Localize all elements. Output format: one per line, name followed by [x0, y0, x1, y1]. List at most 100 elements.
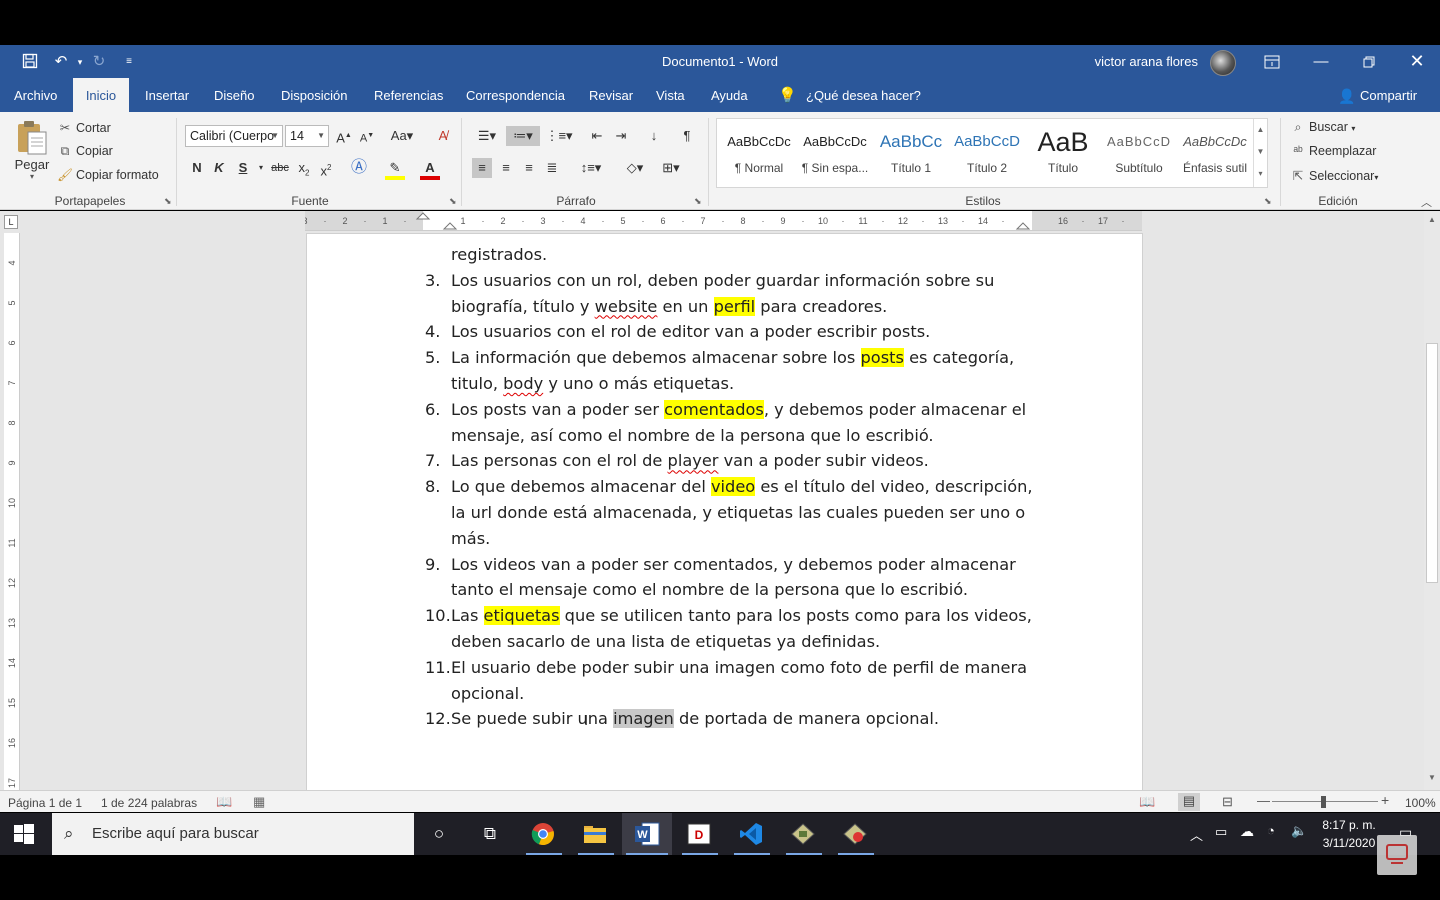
app-icon[interactable] — [788, 820, 818, 848]
zoom-in-icon[interactable]: + — [1381, 792, 1389, 808]
tab-insertar[interactable]: Insertar — [145, 78, 189, 112]
scroll-down-icon[interactable]: ▼ — [1424, 773, 1440, 782]
shading-icon[interactable]: ◇▾ — [620, 158, 650, 178]
font-launcher-icon[interactable]: ⬊ — [449, 196, 457, 207]
horizontal-ruler[interactable]: 3 · 2 · 1 · 1 · 2 · 3 · 4 · 5 · 6 · 7 · 8 · 9 · 10 · 11 · 12 · 13 · 14 ·… — [305, 211, 1142, 231]
task-view-icon[interactable]: ⧉ — [475, 820, 505, 848]
style-heading-2[interactable]: AaBbCcD Título 2 — [949, 127, 1025, 187]
replace-button[interactable]: ᵃᵇ Reemplazar — [1290, 144, 1376, 158]
volume-icon[interactable]: 🔈 — [1291, 823, 1307, 839]
tab-vista[interactable]: Vista — [656, 78, 685, 112]
tab-correspondencia[interactable]: Correspondencia — [466, 78, 565, 112]
onedrive-icon[interactable]: ☁ — [1240, 823, 1254, 840]
wifi-icon[interactable]: ◔ — [1267, 823, 1275, 838]
tab-referencias[interactable]: Referencias — [374, 78, 443, 112]
tab-diseno[interactable]: Diseño — [214, 78, 254, 112]
subscript-icon[interactable]: x2 — [294, 158, 314, 178]
clipboard-launcher-icon[interactable]: ⬊ — [164, 196, 172, 207]
zoom-slider-thumb[interactable] — [1321, 796, 1326, 808]
zoom-out-icon[interactable]: — — [1257, 793, 1270, 808]
center-icon[interactable]: ≡ — [496, 158, 516, 178]
paste-button[interactable]: Pegar ▾ — [10, 118, 54, 181]
change-case-icon[interactable]: Aa▾ — [388, 126, 416, 146]
increase-indent-icon[interactable]: ⇥ — [611, 126, 631, 146]
collapse-ribbon-icon[interactable]: ︿ — [1421, 194, 1432, 210]
app-icon[interactable]: D — [684, 820, 714, 848]
macro-icon[interactable]: ▦ — [253, 794, 265, 810]
close-button[interactable]: ✕ — [1394, 45, 1440, 78]
more-styles-icon[interactable]: ▾ — [1254, 163, 1267, 185]
chrome-icon[interactable] — [528, 820, 558, 848]
font-color-icon[interactable]: A — [420, 158, 440, 180]
print-layout-icon[interactable]: ▤ — [1178, 793, 1200, 811]
styles-launcher-icon[interactable]: ⬊ — [1264, 196, 1272, 207]
style-subtle-emphasis[interactable]: AaBbCcDc Énfasis sutil — [1177, 127, 1253, 187]
format-painter-button[interactable]: 🖌 Copiar formato — [57, 168, 159, 183]
scroll-up-icon[interactable]: ▲ — [1424, 215, 1440, 224]
multilevel-list-icon[interactable]: ⋮≡▾ — [544, 126, 574, 146]
vertical-scrollbar[interactable]: ▲ ▼ — [1424, 211, 1440, 790]
line-spacing-icon[interactable]: ↕≡▾ — [576, 158, 606, 178]
tab-archivo[interactable]: Archivo — [14, 78, 57, 112]
windows-start-icon[interactable] — [14, 824, 34, 849]
style-subtitle[interactable]: AaBbCcD Subtítulo — [1101, 127, 1177, 187]
paragraph-launcher-icon[interactable]: ⬊ — [694, 196, 702, 207]
zoom-level[interactable]: 100% — [1405, 796, 1436, 810]
italic-icon[interactable]: K — [209, 158, 229, 178]
select-button[interactable]: ⇱ Seleccionar▾ — [1290, 168, 1379, 183]
minimize-button[interactable]: — — [1298, 45, 1344, 78]
user-avatar[interactable] — [1210, 50, 1236, 76]
cut-button[interactable]: ✂ Cortar — [57, 120, 111, 135]
numbering-icon[interactable]: ≔▾ — [506, 126, 540, 146]
grow-font-icon[interactable]: A▲ — [334, 126, 354, 146]
scroll-thumb[interactable] — [1426, 343, 1438, 583]
justify-icon[interactable]: ≣ — [542, 158, 562, 178]
chevron-up-icon[interactable]: ▲ — [1254, 119, 1267, 141]
font-size-combo[interactable]: 14 ▼ — [285, 125, 329, 147]
vertical-ruler[interactable]: 4 5 6 7 8 9 10 11 12 13 14 15 16 17 — [4, 233, 20, 790]
show-hidden-icons[interactable]: ︿ — [1190, 825, 1203, 844]
vscode-icon[interactable] — [736, 820, 766, 848]
word-count[interactable]: 1 de 224 palabras — [101, 796, 197, 810]
underline-icon[interactable]: S — [233, 158, 253, 178]
taskbar-search[interactable]: ⌕ Escribe aquí para buscar — [52, 813, 414, 855]
user-name[interactable]: victor arana flores — [1095, 54, 1198, 69]
tab-revisar[interactable]: Revisar — [589, 78, 633, 112]
style-normal[interactable]: AaBbCcDc ¶ Normal — [721, 127, 797, 187]
chevron-down-icon[interactable]: ▼ — [1254, 141, 1267, 163]
share-button[interactable]: Compartir — [1360, 78, 1417, 112]
tell-me-search[interactable]: ¿Qué desea hacer? — [806, 78, 921, 112]
tab-ayuda[interactable]: Ayuda — [711, 78, 748, 112]
superscript-icon[interactable]: x2 — [316, 158, 336, 178]
borders-icon[interactable]: ⊞▾ — [656, 158, 686, 178]
clear-formatting-icon[interactable]: A̸ — [433, 126, 453, 146]
web-layout-icon[interactable]: ⊟ — [1222, 794, 1233, 810]
style-no-spacing[interactable]: AaBbCcDc ¶ Sin espa... — [797, 127, 873, 187]
show-marks-icon[interactable]: ¶ — [677, 126, 697, 146]
align-left-icon[interactable]: ≡ — [472, 158, 492, 178]
paste-dropdown-icon[interactable]: ▾ — [10, 172, 54, 181]
tab-disposicion[interactable]: Disposición — [281, 78, 347, 112]
ribbon-display-options-icon[interactable] — [1249, 45, 1295, 78]
file-explorer-icon[interactable] — [580, 820, 610, 848]
cortana-icon[interactable]: ○ — [424, 820, 454, 848]
bold-icon[interactable]: N — [187, 158, 207, 178]
tab-inicio[interactable]: Inicio — [73, 78, 129, 112]
document-page[interactable]: registrados. 3. Los usuarios con un rol, d… — [307, 234, 1142, 790]
tab-selector[interactable]: L — [4, 215, 18, 229]
styles-scroll[interactable]: ▲ ▼ ▾ — [1253, 119, 1267, 187]
sort-icon[interactable]: ↓ — [644, 126, 664, 146]
align-right-icon[interactable]: ≡ — [519, 158, 539, 178]
shrink-font-icon[interactable]: A▼ — [357, 126, 377, 146]
decrease-indent-icon[interactable]: ⇤ — [587, 126, 607, 146]
app-icon[interactable] — [840, 820, 870, 848]
highlight-color-icon[interactable]: ✎ — [385, 158, 405, 180]
strikethrough-icon[interactable]: abc — [268, 158, 292, 178]
proofing-icon[interactable]: 📖 — [216, 794, 232, 810]
system-clock[interactable]: 8:17 p. m. 3/11/2020 — [1318, 816, 1380, 852]
bullets-icon[interactable]: ☰▾ — [472, 126, 502, 146]
battery-icon[interactable]: ▭ — [1215, 824, 1227, 840]
word-icon[interactable]: W — [632, 820, 662, 848]
copy-button[interactable]: ⧉ Copiar — [57, 144, 113, 159]
read-mode-icon[interactable]: 📖 — [1139, 794, 1155, 810]
